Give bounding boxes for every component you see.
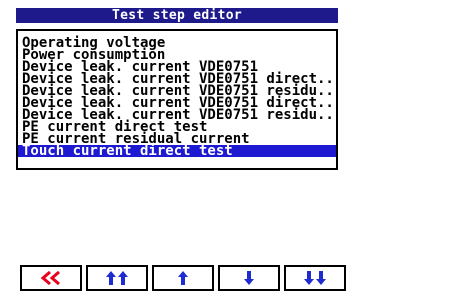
- move-down-button[interactable]: [218, 265, 280, 291]
- back-button[interactable]: [20, 265, 82, 291]
- move-to-bottom-button[interactable]: [284, 265, 346, 291]
- test-step-editor-screen: Test step editor Operating voltage Power…: [8, 8, 344, 298]
- double-arrow-down-icon: [304, 271, 326, 285]
- list-item-step-10[interactable]: Touch current direct test: [18, 144, 336, 158]
- test-step-list[interactable]: Operating voltage Power consumption Devi…: [16, 29, 338, 170]
- bottom-toolbar: [20, 265, 346, 291]
- move-to-top-button[interactable]: [86, 265, 148, 291]
- window-title: Test step editor: [16, 8, 338, 23]
- double-chevron-left-icon: [40, 271, 60, 285]
- move-up-button[interactable]: [152, 265, 214, 291]
- arrow-up-icon: [178, 271, 188, 285]
- arrow-down-icon: [244, 271, 254, 285]
- double-arrow-up-icon: [106, 271, 128, 285]
